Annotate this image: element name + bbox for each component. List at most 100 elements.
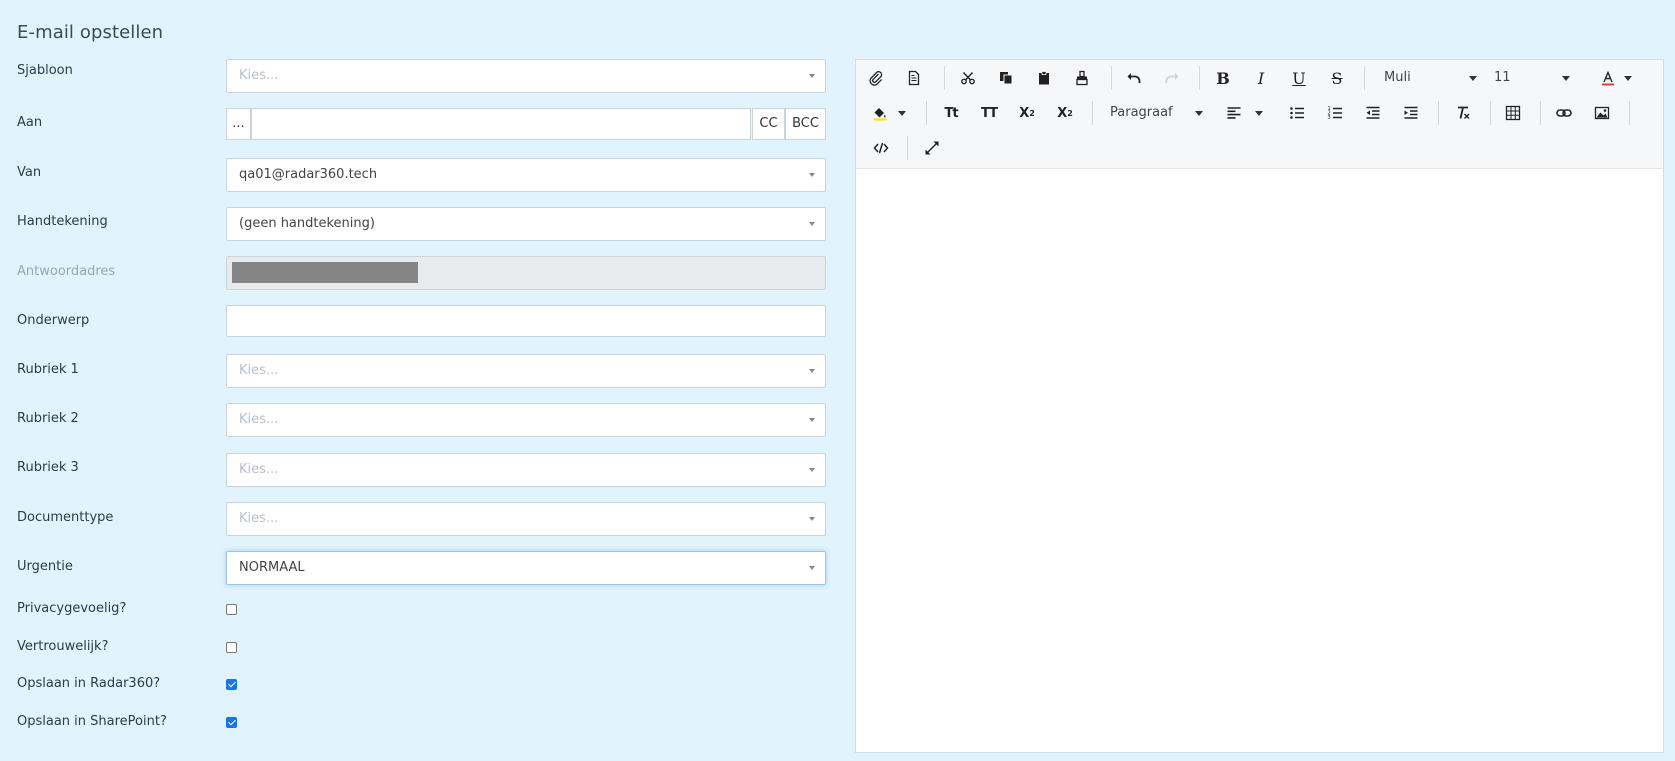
opslaan-radar360-checkbox[interactable]	[226, 679, 237, 690]
toolbar-separator	[926, 101, 927, 125]
toolbar-separator	[1490, 101, 1491, 125]
superscript-icon[interactable]: X2	[1053, 101, 1077, 125]
editor-toolbar: B I U S Muli 11 Tt TT X2 X2 Paragraaf 1 …	[856, 60, 1663, 169]
urgentie-label: Urgentie	[17, 559, 73, 574]
chevron-down-icon	[809, 566, 815, 570]
chevron-down-icon	[809, 222, 815, 226]
chevron-down-icon	[809, 468, 815, 472]
redo-icon[interactable]	[1160, 66, 1184, 90]
image-icon[interactable]	[1590, 101, 1614, 125]
toolbar-separator	[907, 136, 908, 160]
aan-field-group: ... CC BCC	[226, 108, 826, 140]
opslaan-sharepoint-label: Opslaan in SharePoint?	[17, 714, 167, 729]
caret-down-icon	[1469, 76, 1477, 81]
paste-icon[interactable]	[1032, 66, 1056, 90]
handtekening-value: (geen handtekening)	[239, 216, 375, 231]
format-painter-icon[interactable]	[1070, 66, 1094, 90]
align-left-icon[interactable]	[1222, 101, 1246, 125]
italic-icon[interactable]: I	[1249, 66, 1273, 90]
font-size-dropdown[interactable]: 11	[1494, 66, 1572, 90]
undo-icon[interactable]	[1122, 66, 1146, 90]
documenttype-select[interactable]: Kies...	[226, 502, 826, 536]
rubriek2-select[interactable]: Kies...	[226, 403, 826, 437]
toolbar-separator	[1364, 66, 1365, 90]
font-family-dropdown[interactable]: Muli	[1384, 66, 1479, 90]
copy-icon[interactable]	[994, 66, 1018, 90]
cut-icon[interactable]	[956, 66, 980, 90]
attachment-icon[interactable]	[864, 66, 888, 90]
bold-icon[interactable]: B	[1211, 66, 1235, 90]
outdent-icon[interactable]	[1361, 101, 1385, 125]
subscript-icon[interactable]: X2	[1015, 101, 1039, 125]
documenttype-label: Documenttype	[17, 510, 114, 525]
opslaan-radar360-label: Opslaan in Radar360?	[17, 676, 161, 691]
fullscreen-icon[interactable]	[920, 136, 944, 160]
paragraph-format-dropdown[interactable]: Paragraaf	[1110, 101, 1205, 125]
toolbar-separator	[1092, 101, 1093, 125]
van-value: qa01@radar360.tech	[239, 167, 378, 182]
urgentie-select[interactable]: NORMAAL	[226, 551, 826, 585]
bulleted-list-icon[interactable]	[1285, 101, 1309, 125]
privacygevoelig-label: Privacygevoelig?	[17, 601, 127, 616]
indent-icon[interactable]	[1399, 101, 1423, 125]
vertrouwelijk-label: Vertrouwelijk?	[17, 639, 109, 654]
rubriek3-label: Rubriek 3	[17, 460, 79, 475]
onderwerp-input[interactable]	[226, 305, 826, 337]
chevron-down-icon	[809, 418, 815, 422]
template-document-icon[interactable]	[902, 66, 926, 90]
rubriek3-select[interactable]: Kies...	[226, 453, 826, 487]
sjabloon-select[interactable]: Kies...	[226, 59, 826, 93]
documenttype-placeholder: Kies...	[239, 511, 279, 526]
urgentie-value: NORMAAL	[239, 560, 305, 575]
svg-text:3: 3	[1328, 115, 1331, 121]
handtekening-label: Handtekening	[17, 214, 108, 229]
van-label: Van	[17, 165, 42, 180]
chevron-down-icon	[809, 369, 815, 373]
underline-icon[interactable]: U	[1287, 66, 1311, 90]
toolbar-separator	[1438, 101, 1439, 125]
opslaan-sharepoint-checkbox[interactable]	[226, 717, 237, 728]
link-icon[interactable]	[1552, 101, 1576, 125]
rubriek1-select[interactable]: Kies...	[226, 354, 826, 388]
onderwerp-label: Onderwerp	[17, 313, 90, 328]
vertrouwelijk-checkbox[interactable]	[226, 642, 237, 653]
caret-down-icon[interactable]	[1624, 76, 1632, 81]
table-icon[interactable]	[1501, 101, 1525, 125]
antwoordadres-field	[226, 256, 826, 290]
paragraph-format-value: Paragraaf	[1110, 105, 1173, 120]
handtekening-select[interactable]: (geen handtekening)	[226, 207, 826, 241]
caret-down-icon[interactable]	[898, 111, 906, 116]
caret-down-icon[interactable]	[1255, 111, 1263, 116]
rubriek1-label: Rubriek 1	[17, 362, 79, 377]
font-size-increase-icon[interactable]: Tt	[939, 101, 963, 125]
strikethrough-icon[interactable]: S	[1325, 66, 1349, 90]
antwoordadres-label: Antwoordadres	[17, 264, 116, 279]
rubriek1-placeholder: Kies...	[239, 363, 279, 378]
caret-down-icon	[1562, 76, 1570, 81]
chevron-down-icon	[809, 74, 815, 78]
rubriek3-placeholder: Kies...	[239, 462, 279, 477]
text-case-icon[interactable]: TT	[977, 101, 1001, 125]
highlight-color-icon[interactable]	[868, 101, 892, 125]
toolbar-separator	[944, 66, 945, 90]
editor-content-area[interactable]	[856, 169, 1663, 752]
toolbar-separator	[1629, 101, 1630, 125]
caret-down-icon	[1195, 111, 1203, 116]
aan-input[interactable]	[251, 108, 751, 140]
sjabloon-placeholder: Kies...	[239, 68, 279, 83]
toolbar-separator	[1540, 101, 1541, 125]
cc-button[interactable]: CC	[752, 108, 785, 140]
address-book-button[interactable]: ...	[226, 108, 251, 140]
bcc-button[interactable]: BCC	[785, 108, 826, 140]
chevron-down-icon	[809, 517, 815, 521]
code-view-icon[interactable]	[869, 136, 893, 160]
aan-label: Aan	[17, 115, 43, 130]
van-select[interactable]: qa01@radar360.tech	[226, 158, 826, 192]
sjabloon-label: Sjabloon	[17, 63, 73, 78]
numbered-list-icon[interactable]: 123	[1323, 101, 1347, 125]
privacygevoelig-checkbox[interactable]	[226, 604, 237, 615]
font-color-icon[interactable]	[1596, 66, 1620, 90]
clear-formatting-icon[interactable]	[1451, 101, 1475, 125]
font-size-value: 11	[1494, 70, 1511, 85]
chevron-down-icon	[809, 173, 815, 177]
